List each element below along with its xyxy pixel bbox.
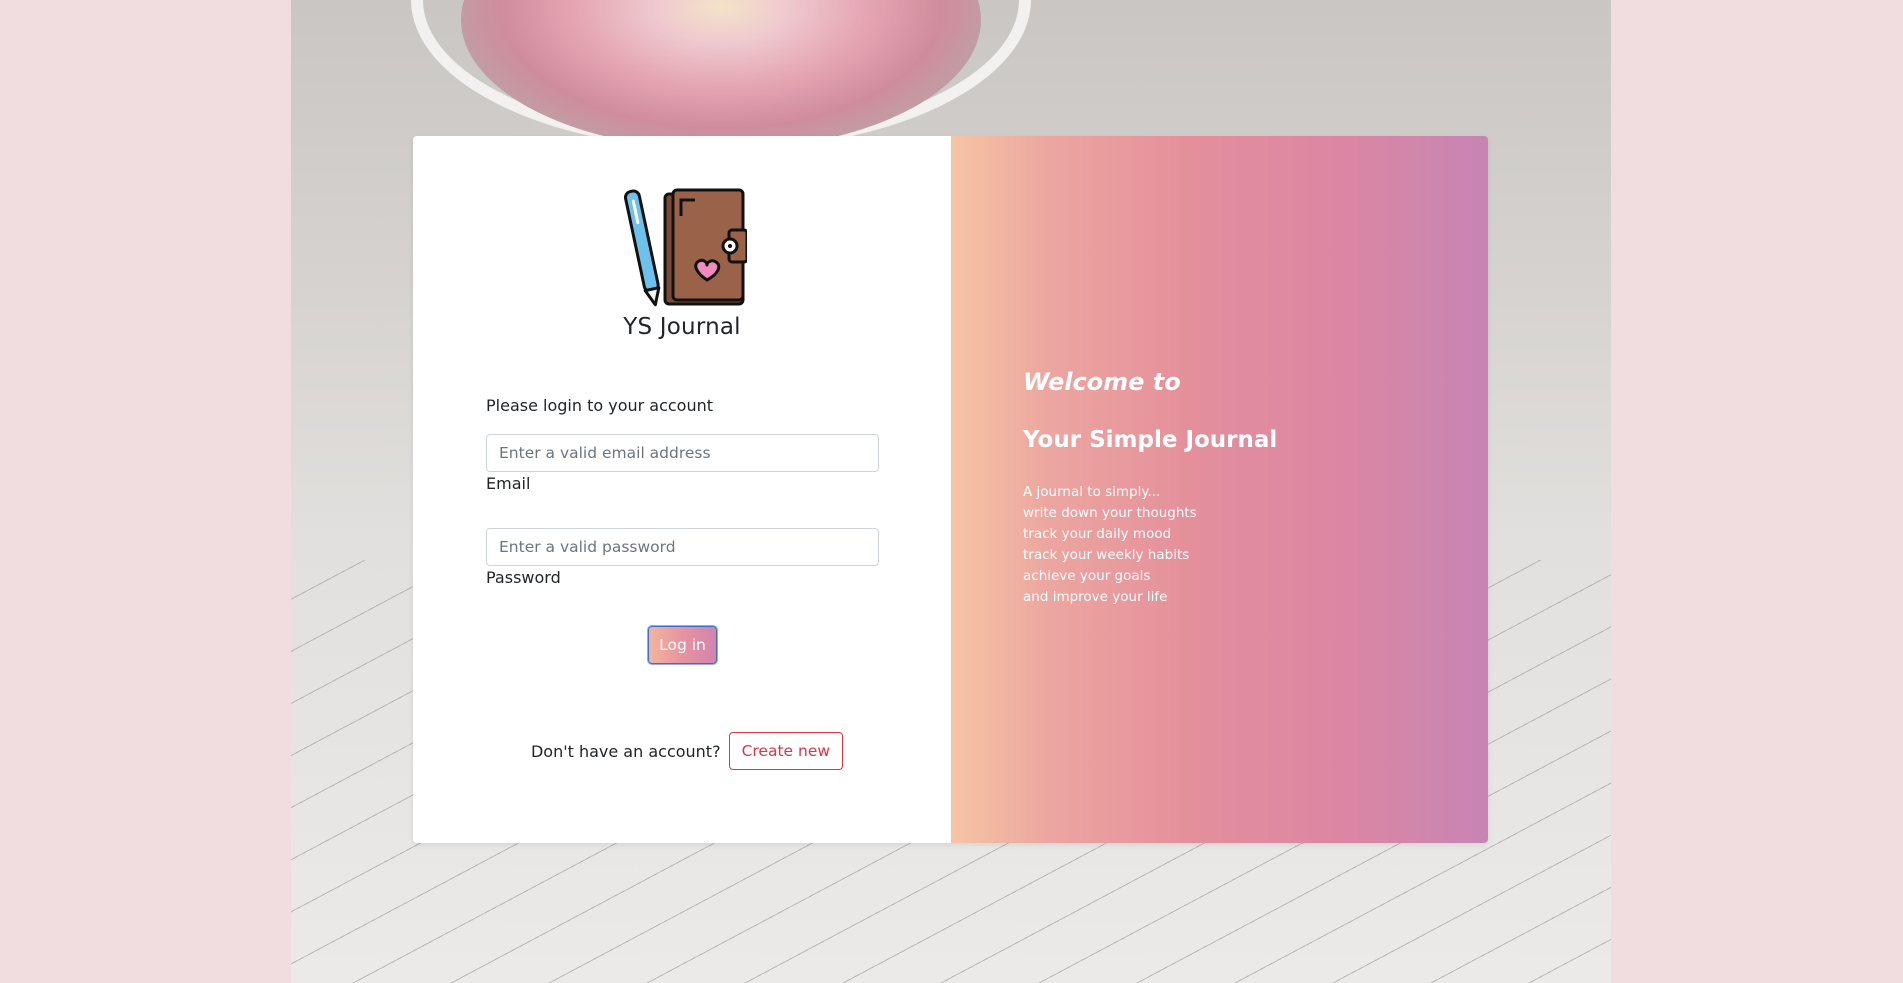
list-item: A journal to simply... (1023, 484, 1161, 500)
email-label: Email (486, 474, 531, 493)
welcome-title: Your Simple Journal (1023, 427, 1278, 453)
background-flower (461, 0, 981, 150)
list-item: and improve your life (1023, 589, 1168, 605)
welcome-feature-list: A journal to simply... write down your t… (1023, 482, 1197, 608)
list-item: track your weekly habits (1023, 547, 1190, 563)
login-panel: YS Journal Please login to your account … (413, 136, 951, 843)
login-button[interactable]: Log in (648, 626, 717, 664)
list-item: track your daily mood (1023, 526, 1172, 542)
create-account-button[interactable]: Create new (728, 732, 844, 770)
welcome-heading: Welcome to (1023, 368, 1181, 396)
list-item: achieve your goals (1023, 568, 1151, 584)
brand-name: YS Journal (623, 314, 741, 340)
signup-question: Don't have an account? (530, 741, 721, 761)
email-input[interactable] (486, 434, 879, 472)
password-input[interactable] (486, 528, 879, 566)
signup-row: Don't have an account? Create new (413, 732, 951, 770)
list-item: write down your thoughts (1023, 505, 1197, 521)
login-prompt: Please login to your account (486, 396, 714, 415)
welcome-panel: Welcome to Your Simple Journal A journal… (951, 136, 1488, 843)
login-card: YS Journal Please login to your account … (413, 136, 1488, 843)
password-label: Password (486, 568, 561, 587)
journal-with-pen-icon (619, 182, 749, 307)
